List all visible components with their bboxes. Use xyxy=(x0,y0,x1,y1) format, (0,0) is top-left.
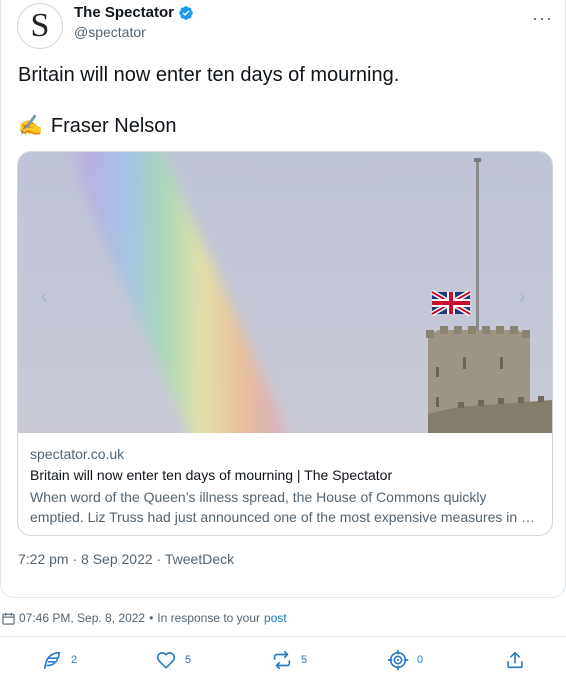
meta-bullet: • xyxy=(149,611,154,625)
feather-icon xyxy=(41,649,63,671)
source-label[interactable]: TweetDeck xyxy=(165,551,234,567)
action-bar: 2 5 5 0 xyxy=(0,645,566,677)
meta-post-link[interactable]: post xyxy=(264,611,287,625)
share-icon xyxy=(504,649,526,671)
author-block: The Spectator @spectator xyxy=(74,4,194,40)
tweet-header: S The Spectator @spectator ··· xyxy=(17,3,553,49)
handle[interactable]: @spectator xyxy=(74,24,194,40)
reply-button[interactable]: 2 xyxy=(41,649,77,671)
link-card-domain: spectator.co.uk xyxy=(30,446,125,462)
meta-response-text: In response to your xyxy=(157,611,261,625)
calendar-icon xyxy=(2,612,15,625)
link-card-meta: spectator.co.uk Britain will now enter t… xyxy=(30,445,540,527)
share-button[interactable] xyxy=(504,649,526,671)
divider xyxy=(0,636,566,637)
avatar[interactable]: S xyxy=(17,3,63,49)
like-button[interactable]: 5 xyxy=(155,649,191,671)
more-options-icon[interactable]: ··· xyxy=(532,9,553,27)
retweet-button[interactable]: 5 xyxy=(271,649,307,671)
target-count: 0 xyxy=(417,654,424,666)
response-meta: 07:46 PM, Sep. 8, 2022 • In response to … xyxy=(2,611,287,625)
heart-icon xyxy=(155,649,177,671)
verified-badge-icon xyxy=(178,5,194,21)
target-icon xyxy=(387,649,409,671)
link-preview-image[interactable]: ‹ › xyxy=(18,152,552,433)
retweet-count: 5 xyxy=(301,654,308,666)
timestamp-separator: · xyxy=(152,551,165,567)
display-name[interactable]: The Spectator xyxy=(74,4,174,21)
reply-count: 2 xyxy=(71,654,78,666)
timestamp-link[interactable]: 7:22 pm · 8 Sep 2022 xyxy=(18,551,153,567)
writing-hand-icon: ✍️ xyxy=(18,115,43,137)
tweet-card: S The Spectator @spectator ··· Britain w… xyxy=(0,0,566,598)
link-card-description: When word of the Queen’s illness spread,… xyxy=(30,489,536,525)
tweet-byline: ✍️ Fraser Nelson xyxy=(18,113,177,139)
byline-name: Fraser Nelson xyxy=(50,115,177,137)
link-preview-card[interactable]: ‹ › spectator.co.uk Britain will now ent… xyxy=(17,151,553,536)
target-button[interactable]: 0 xyxy=(387,649,423,671)
retweet-icon xyxy=(271,649,293,671)
like-count: 5 xyxy=(185,654,192,666)
meta-datetime: 07:46 PM, Sep. 8, 2022 xyxy=(19,611,146,625)
carousel-next-icon[interactable]: › xyxy=(512,285,532,307)
carousel-prev-icon[interactable]: ‹ xyxy=(34,285,54,307)
link-card-title[interactable]: Britain will now enter ten days of mourn… xyxy=(30,466,540,484)
tweet-timestamp: 7:22 pm · 8 Sep 2022 · TweetDeck xyxy=(18,551,234,567)
tweet-text: Britain will now enter ten days of mourn… xyxy=(18,64,400,86)
